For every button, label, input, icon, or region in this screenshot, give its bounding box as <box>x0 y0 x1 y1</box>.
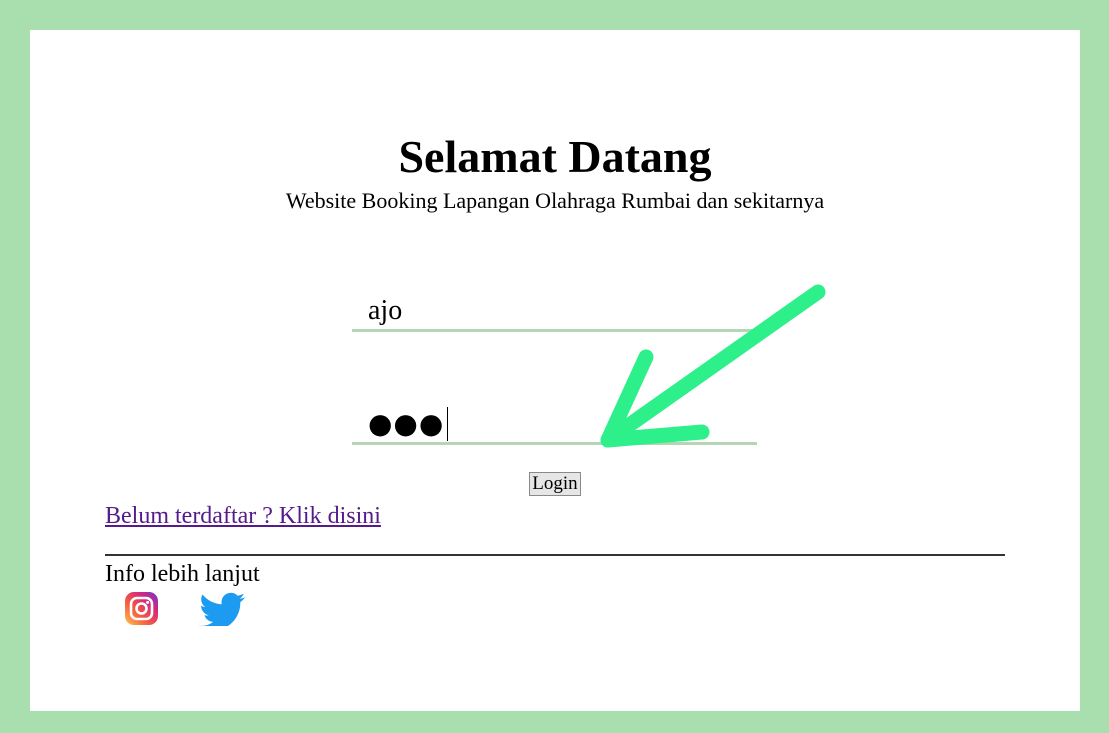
text-caret <box>447 406 449 441</box>
login-page: Selamat Datang Website Booking Lapangan … <box>30 30 1080 711</box>
username-input[interactable] <box>352 292 757 332</box>
info-label: Info lebih lanjut <box>105 561 260 587</box>
twitter-icon[interactable] <box>199 592 247 626</box>
page-subtitle: Website Booking Lapangan Olahraga Rumbai… <box>285 188 825 213</box>
password-input[interactable]: ●●● <box>352 405 757 445</box>
instagram-icon[interactable] <box>124 592 160 626</box>
divider <box>105 554 1005 556</box>
password-mask: ●●● <box>368 406 445 440</box>
register-link[interactable]: Belum terdaftar ? Klik disini <box>105 502 381 531</box>
page-title: Selamat Datang <box>398 131 712 182</box>
login-button[interactable]: Login <box>529 472 581 496</box>
